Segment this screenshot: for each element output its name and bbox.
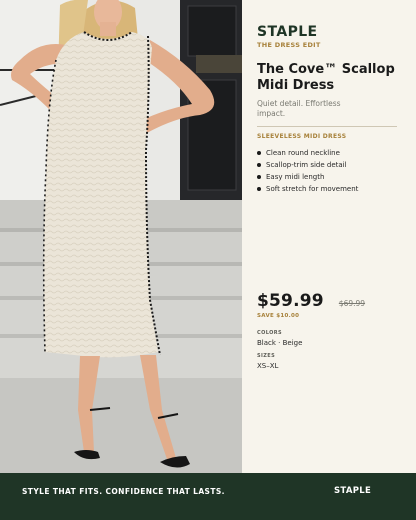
feature-list: Clean round neckline Scallop-trim side d… [257, 147, 401, 195]
product-category: SLEEVELESS MIDI DRESS [257, 133, 347, 140]
feature-item: Scallop-trim side detail [257, 159, 401, 171]
product-photo [0, 0, 242, 473]
footer-banner: STYLE THAT FITS. CONFIDENCE THAT LASTS. … [0, 473, 416, 520]
price-row: $59.99 $69.99 [257, 291, 365, 311]
feature-text: Soft stretch for movement [266, 185, 359, 193]
product-title: The Cove™ Scallop Midi Dress [257, 62, 395, 93]
colors-value[interactable]: Black · Beige [257, 339, 302, 347]
bullet-icon [257, 163, 261, 167]
feature-text: Scallop-trim side detail [266, 161, 347, 169]
sizes-label: SIZES [257, 353, 276, 359]
brand-name[interactable]: STAPLE [257, 24, 401, 40]
sizes-value[interactable]: XS–XL [257, 362, 278, 370]
product-tagline: Quiet detail. Effortless impact. [257, 99, 341, 118]
feature-item: Soft stretch for movement [257, 183, 401, 195]
model-illustration [0, 0, 242, 473]
collection-label: THE DRESS EDIT [257, 41, 321, 49]
footer-slogan: STYLE THAT FITS. CONFIDENCE THAT LASTS. [22, 487, 225, 496]
original-price: $69.99 [338, 299, 366, 308]
feature-text: Clean round neckline [266, 149, 340, 157]
footer-brand[interactable]: STAPLE [334, 486, 371, 496]
current-price: $59.99 [257, 291, 324, 311]
feature-text: Easy midi length [266, 173, 325, 181]
product-info-panel: STAPLE THE DRESS EDIT The Cove™ Scallop … [242, 0, 416, 473]
bullet-icon [257, 151, 261, 155]
colors-label: COLORS [257, 330, 283, 336]
savings-label: SAVE $10.00 [257, 313, 300, 319]
feature-item: Easy midi length [257, 171, 401, 183]
feature-item: Clean round neckline [257, 147, 401, 159]
bullet-icon [257, 187, 261, 191]
bullet-icon [257, 175, 261, 179]
divider [257, 126, 397, 127]
